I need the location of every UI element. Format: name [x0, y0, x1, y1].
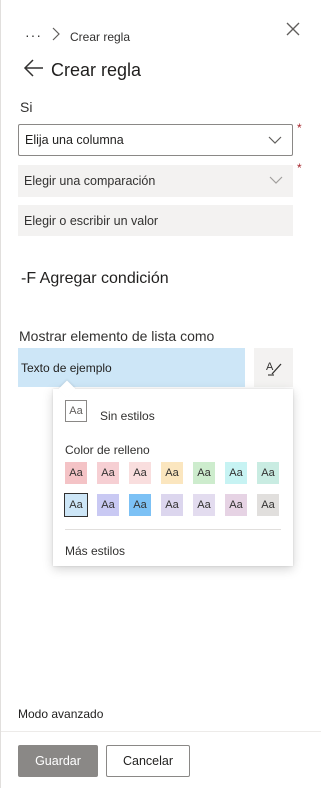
column-dropdown[interactable]: Elija una columna [18, 124, 293, 156]
fill-color-swatch[interactable]: Aa [193, 494, 215, 516]
display-as-label: Mostrar elemento de lista como [19, 328, 215, 344]
breadcrumb-chevron-icon [52, 27, 60, 41]
back-arrow-icon[interactable] [23, 58, 45, 78]
fill-color-swatch[interactable]: Aa [257, 462, 279, 484]
required-marker: * [297, 161, 302, 175]
required-marker: * [297, 121, 302, 135]
callout-divider [65, 529, 281, 530]
fill-color-swatch[interactable]: Aa [129, 462, 151, 484]
svg-text:A: A [266, 361, 274, 373]
fill-color-label: Color de relleno [65, 443, 150, 457]
no-style-swatch[interactable]: Aa [65, 400, 87, 422]
fill-color-swatch[interactable]: Aa [193, 462, 215, 484]
comparison-dropdown-text: Elegir una comparación [24, 174, 156, 188]
fill-color-swatch[interactable]: Aa [161, 494, 183, 516]
fill-color-swatch[interactable]: Aa [65, 462, 87, 484]
swatch-row-2: Aa Aa Aa Aa Aa Aa Aa [64, 493, 279, 517]
cancel-button[interactable]: Cancelar [106, 745, 190, 777]
chevron-down-icon [268, 136, 282, 144]
fill-color-swatch[interactable]: Aa [97, 494, 119, 516]
value-input[interactable]: Elegir o escribir un valor [18, 205, 293, 236]
value-input-placeholder: Elegir o escribir un valor [24, 213, 159, 228]
preview-text: Texto de ejemplo [21, 360, 112, 375]
page-title: Crear regla [51, 60, 142, 80]
fill-color-swatch[interactable]: Aa [257, 494, 279, 516]
fill-color-swatch[interactable]: Aa [97, 462, 119, 484]
format-painter-icon: A [266, 361, 281, 376]
column-dropdown-text: Elija una columna [25, 133, 124, 147]
no-style-label[interactable]: Sin estilos [100, 409, 155, 423]
create-rule-panel: ··· Crear regla Crear regla Si Elija una… [0, 0, 321, 788]
breadcrumb-current: Crear regla [70, 30, 131, 44]
fill-color-swatch[interactable]: Aa [161, 462, 183, 484]
more-styles-link[interactable]: Más estilos [65, 544, 125, 558]
comparison-dropdown[interactable]: Elegir una comparación [18, 165, 293, 197]
save-button[interactable]: Guardar [18, 745, 98, 777]
swatch-row-1: Aa Aa Aa Aa Aa Aa Aa [65, 462, 279, 484]
fill-color-swatch[interactable]: Aa [129, 494, 151, 516]
si-label: Si [20, 99, 33, 115]
fill-color-swatch[interactable]: Aa [225, 462, 247, 484]
advanced-mode-link[interactable]: Modo avanzado [18, 707, 103, 721]
footer-divider [1, 731, 321, 732]
close-icon[interactable] [284, 20, 302, 38]
breadcrumb-overflow-button[interactable]: ··· [25, 27, 42, 43]
fill-color-swatch[interactable]: Aa [225, 494, 247, 516]
format-style-button[interactable]: A [254, 348, 293, 387]
chevron-down-icon [269, 176, 283, 184]
add-condition-button[interactable]: -F Agregar condición [21, 270, 169, 288]
fill-color-swatch[interactable]: Aa [64, 493, 88, 517]
style-preview: Texto de ejemplo [18, 348, 245, 387]
